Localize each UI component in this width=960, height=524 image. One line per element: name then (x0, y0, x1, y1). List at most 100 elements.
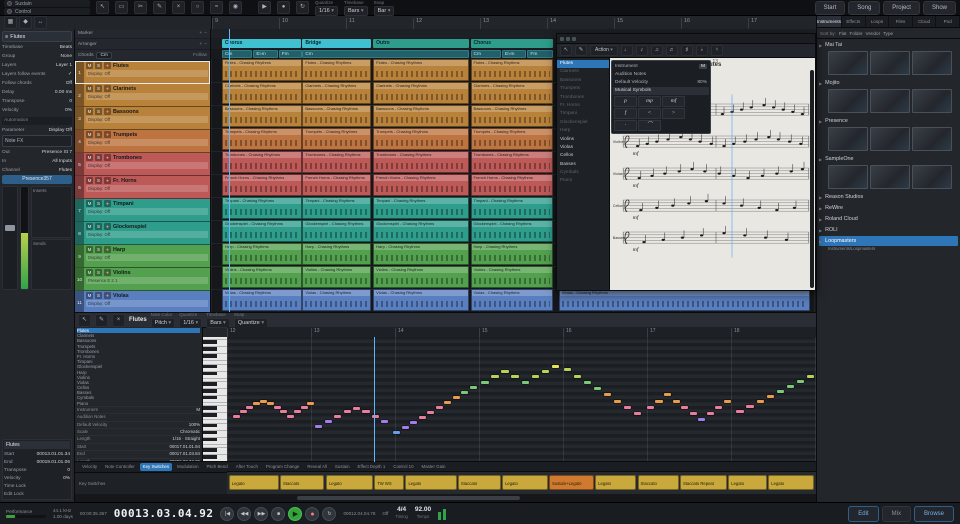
arranger-section[interactable]: Chorus (470, 39, 553, 48)
articulation-event[interactable]: Legato (595, 475, 637, 490)
start-page-button[interactable]: Start (814, 0, 846, 15)
sort-option[interactable]: Folder (850, 31, 863, 36)
midi-note[interactable] (324, 419, 332, 423)
midi-note[interactable] (623, 405, 632, 409)
clip[interactable]: Glockenspiel - Chasing Rhythms (221, 220, 302, 242)
marker-lane-header[interactable]: Marker + − (75, 29, 210, 39)
magnet-icon[interactable]: ◆ (19, 16, 32, 29)
event-row[interactable]: Edit Lock (4, 490, 70, 498)
bend-tool-icon[interactable]: ≈ (210, 1, 223, 14)
timebase-dropdown[interactable]: Bars (344, 5, 368, 16)
midi-note[interactable] (746, 404, 754, 408)
solo-button[interactable]: S (95, 246, 102, 253)
midi-note[interactable] (232, 414, 240, 418)
pr-property-row[interactable]: Start 00017.01.01.84 (77, 442, 200, 450)
solo-button[interactable]: S (95, 85, 102, 92)
flat-icon[interactable]: ♭ (695, 45, 708, 56)
preset-thumbnail[interactable] (912, 127, 952, 151)
preset-thumbnail[interactable] (912, 89, 952, 113)
clip[interactable]: Timpani - Chasing Rhythms (302, 197, 372, 219)
split-tool-icon[interactable]: ✂ (134, 1, 147, 14)
score-editor-titlebar[interactable] (557, 34, 815, 44)
instrument-device-chip[interactable]: Presence357 (2, 175, 72, 184)
pr-property-row[interactable]: End 00017.01.03.84 (77, 450, 200, 457)
track-header[interactable]: 10 M S ● Violins Presence E 2 1 (75, 268, 210, 291)
midi-note[interactable] (501, 369, 509, 373)
browser-tab[interactable]: Loops (866, 16, 890, 27)
midi-note[interactable] (723, 399, 731, 403)
clip[interactable]: Trombones - Chasing Rhythms (302, 151, 372, 173)
record-arm-button[interactable]: ● (104, 200, 111, 207)
score-track-item[interactable]: Glockenspiel (557, 119, 609, 127)
midi-note[interactable] (293, 409, 301, 413)
clip[interactable]: Harp - Chasing Rhythms (221, 243, 302, 265)
controller-lane-tab[interactable]: Note Controller (102, 463, 138, 471)
clip[interactable]: Clarinets - Chasing Rhythms (221, 82, 302, 104)
mute-button[interactable]: M (86, 177, 93, 184)
clip[interactable]: Timpani - Chasing Rhythms (221, 197, 302, 219)
mini-play-icon[interactable]: ▶ (258, 1, 271, 14)
event-row[interactable]: Time Lock (4, 482, 70, 490)
clip[interactable]: Violins - Chasing Rhythms (373, 266, 469, 288)
mute-button[interactable]: M (86, 292, 93, 299)
midi-note[interactable] (511, 374, 519, 378)
mute-button[interactable]: M (86, 131, 93, 138)
inspector-row[interactable]: Velocity 0% (2, 106, 72, 114)
event-row[interactable]: Transpose 0 (4, 466, 70, 474)
expand-chevron-icon[interactable]: ▶ (819, 43, 822, 48)
track-header[interactable]: 7 M S ● Timpani Display: Off (75, 199, 210, 222)
track-header[interactable]: 4 M S ● Trumpets Display: Off (75, 130, 210, 153)
midi-note[interactable] (300, 405, 308, 409)
chord-event[interactable]: Cm (470, 50, 501, 58)
record-arm-button[interactable]: ● (104, 108, 111, 115)
clip[interactable]: Trumpets - Chasing Rhythms (470, 128, 553, 150)
musical-symbol-button[interactable]: · (614, 120, 637, 131)
show-page-button[interactable]: Show (922, 0, 956, 15)
preset-thumbnail[interactable] (870, 51, 910, 75)
midi-note[interactable] (343, 409, 351, 413)
musical-symbol-button[interactable]: < (638, 108, 661, 119)
clip[interactable]: Trombones - Chasing Rhythms (373, 151, 469, 173)
musical-symbol-button[interactable]: ⌒ (638, 120, 661, 131)
midi-note[interactable] (444, 400, 452, 404)
musical-symbol-button[interactable]: p (614, 96, 637, 107)
chord-event[interactable]: Fm (278, 50, 303, 58)
midi-note[interactable] (334, 414, 342, 418)
piano-keyboard[interactable] (203, 337, 228, 462)
score-track-item[interactable]: Trombones (557, 94, 609, 102)
controller-lane-tab[interactable]: Sustain (332, 463, 353, 471)
browser-tab[interactable]: Effects (842, 16, 866, 27)
midi-note[interactable] (259, 399, 268, 403)
solo-button[interactable]: S (95, 269, 102, 276)
controller-lane-tab[interactable]: Key Switches (139, 463, 173, 471)
clip[interactable]: Violas - Chasing Rhythms (302, 289, 372, 311)
track-sub-row[interactable]: Display: Off (86, 93, 208, 100)
browser-item[interactable]: ▶ Reason Studios (819, 192, 958, 202)
pr-property-row[interactable]: Scale Chromatic (77, 427, 200, 435)
clip[interactable]: Glockenspiel - Chasing Rhythms (373, 220, 469, 242)
stop-button[interactable]: ■ (271, 506, 286, 521)
expand-chevron-icon[interactable]: ▶ (819, 119, 822, 124)
clip[interactable]: Violins - Chasing Rhythms (470, 266, 553, 288)
clip[interactable]: Bassoons - Chasing Rhythms (221, 105, 302, 127)
controller-lane-tab[interactable]: Effect Depth 1 (355, 463, 389, 471)
secondary-time-display[interactable]: 00012.04.04.78 (343, 511, 375, 517)
articulation-event[interactable]: Staccato Repeat (679, 475, 728, 490)
midi-note[interactable] (273, 405, 281, 409)
remove-section-icon[interactable]: − (204, 42, 207, 47)
default-velocity-row[interactable]: Default Velocity 80% (613, 78, 709, 86)
articulation-event[interactable]: TW WS (374, 475, 404, 490)
chords-follow-toggle[interactable]: Follow (193, 53, 207, 58)
pr-playhead[interactable] (374, 337, 376, 462)
midi-note[interactable] (796, 379, 804, 383)
browser-tab[interactable]: Files (889, 16, 913, 27)
track-sub-row[interactable]: Display: Off (86, 70, 208, 77)
erase-tool-icon[interactable]: × (112, 313, 125, 327)
clip[interactable]: French Horns - Chasing Rhythms (221, 174, 302, 196)
mini-loop-icon[interactable]: ↻ (296, 1, 309, 14)
midi-note[interactable] (806, 374, 814, 378)
event-row[interactable]: End 00019.01.01.06 (4, 458, 70, 466)
track-sub-row[interactable]: Display: Off (86, 254, 208, 261)
midi-note[interactable] (418, 415, 426, 419)
clip[interactable]: Clarinets - Chasing Rhythms (302, 82, 372, 104)
